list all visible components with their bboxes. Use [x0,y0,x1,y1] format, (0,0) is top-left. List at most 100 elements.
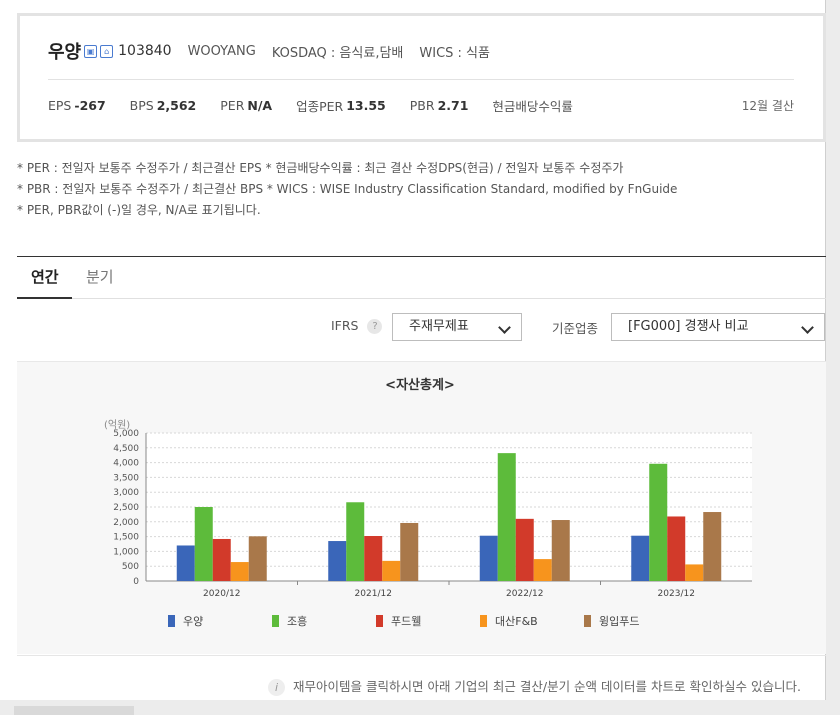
info-icon: i [268,679,285,696]
footnote: * PER : 전일자 보통주 수정주가 / 최근결산 EPS * 현금배당수익… [17,161,624,175]
company-header [17,13,826,142]
pbr-label: PBR [409,97,435,113]
legend-label: 우양 [183,615,204,628]
bar [551,520,570,581]
chart-title: <자산총계> [385,378,455,393]
bar [364,536,383,581]
total-assets-chart: 0 500 1,000 1,500 2,000 2,500 3,000 3,500 4,000 4… [113,429,752,599]
y-tick-label: 500 [122,562,139,572]
legend-label: 푸드웰 [391,615,422,628]
industry-label: 기준업종 [552,321,599,336]
dividend-yield-label: 현금배당수익률 [492,98,573,114]
header-divider [48,79,794,80]
stats-row: EPS -267 BPS 2,562 PER N/A 업종PER 13.55 P… [48,95,794,115]
tab-quarterly[interactable]: 분기 [86,266,114,287]
legend-item[interactable]: 조흥 [272,613,307,629]
x-tick-label: 2022/12 [506,589,543,599]
bps-value: 2,562 [156,97,197,113]
pbr-value: 2.71 [437,97,469,113]
legend-swatch [168,615,175,627]
bar [685,564,704,581]
legend-swatch [480,615,487,627]
y-tick-label: 3,500 [113,473,139,483]
footnote: * PBR : 전일자 보통주 수정주가 / 최근결산 BPS * WICS :… [17,182,678,196]
per-label: PER [220,97,245,113]
market-sector: KOSDAQ : 음식료,담배 [271,45,404,61]
footnotes: * PER : 전일자 보통주 수정주가 / 최근결산 EPS * 현금배당수익… [17,158,677,221]
page-footer-strip [0,700,840,715]
bar [328,541,347,581]
footer-tab [14,706,134,715]
legend-label: 대산F&B [495,615,538,628]
bar [248,536,267,581]
y-tick-label: 1,000 [113,547,139,557]
bar [212,538,231,581]
legend-swatch [272,615,279,627]
footnote: * PER, PBR값이 (-)일 경우, N/A로 표기됩니다. [17,203,261,217]
bar [667,516,686,581]
bar [194,507,213,581]
company-icon[interactable]: ▣ [84,44,98,58]
bar [497,453,516,581]
legend-item[interactable]: 푸드웰 [376,613,421,629]
ifrs-control: IFRS ? [331,318,383,334]
tabs-bottom-border [17,298,826,299]
fiscal-settlement: 12월 결산 [741,98,794,113]
y-tick-label: 4,500 [113,444,139,454]
y-tick-label: 0 [133,577,139,587]
help-icon[interactable]: ? [367,319,383,334]
legend-label: 윙입푸드 [599,615,640,628]
bar [703,512,722,581]
wics-sector: WICS : 식품 [419,45,490,61]
home-icon[interactable]: ⌂ [100,44,114,58]
y-tick-label: 4,000 [113,459,139,469]
legend-item[interactable]: 윙입푸드 [584,613,639,629]
bar [631,535,650,581]
bar [479,535,498,581]
tabs-top-border [17,256,826,257]
chevron-down-icon [498,321,511,334]
legend-item[interactable]: 우양 [168,613,203,629]
bar [649,463,668,581]
y-tick-label: 3,000 [113,488,139,498]
x-tick-label: 2020/12 [203,589,240,599]
info-message: i 재무아이템을 클릭하시면 아래 기업의 최근 결산/분기 순액 데이터를 차트… [268,676,801,696]
active-tab-indicator [17,297,72,299]
y-tick-label: 5,000 [113,429,139,439]
bps-label: BPS [129,97,154,113]
statement-select[interactable]: 주재무제표 [392,313,522,341]
per-value: N/A [247,97,273,113]
bar [382,560,401,581]
ifrs-label: IFRS [331,318,359,333]
english-name: WOOYANG [187,43,256,59]
chart-bottom-divider [17,655,826,656]
legend-label: 조흥 [287,615,308,628]
y-tick-label: 2,500 [113,503,139,513]
industry-per-label: 업종PER [296,98,344,114]
eps-value: -267 [74,97,106,113]
y-tick-label: 2,000 [113,518,139,528]
bar [533,559,552,581]
tab-annual[interactable]: 연간 [31,266,59,287]
chevron-down-icon [801,321,814,334]
legend-swatch [584,615,591,627]
industry-select[interactable]: [FG000] 경쟁사 비교 [611,313,825,341]
industry-select-value: [FG000] 경쟁사 비교 [628,319,749,334]
legend-item[interactable]: 대산F&B [480,613,538,629]
y-tick-label: 1,500 [113,533,139,543]
legend-swatch [376,615,383,627]
stock-code: 103840 [118,43,172,59]
bar [176,545,195,581]
bar [515,518,534,581]
statement-select-value: 주재무제표 [409,319,469,334]
x-tick-label: 2021/12 [355,589,392,599]
company-name: 우양 [48,42,82,63]
eps-label: EPS [48,97,72,113]
industry-per-value: 13.55 [346,97,386,113]
company-title-row: 우양 ▣ ⌂ 103840 WOOYANG KOSDAQ : 음식료,담배 WI… [48,37,490,65]
info-text: 재무아이템을 클릭하시면 아래 기업의 최근 결산/분기 순액 데이터를 차트로… [293,679,801,694]
bar [230,562,249,581]
bar [400,522,419,581]
bar [346,502,365,581]
x-tick-label: 2023/12 [658,589,695,599]
